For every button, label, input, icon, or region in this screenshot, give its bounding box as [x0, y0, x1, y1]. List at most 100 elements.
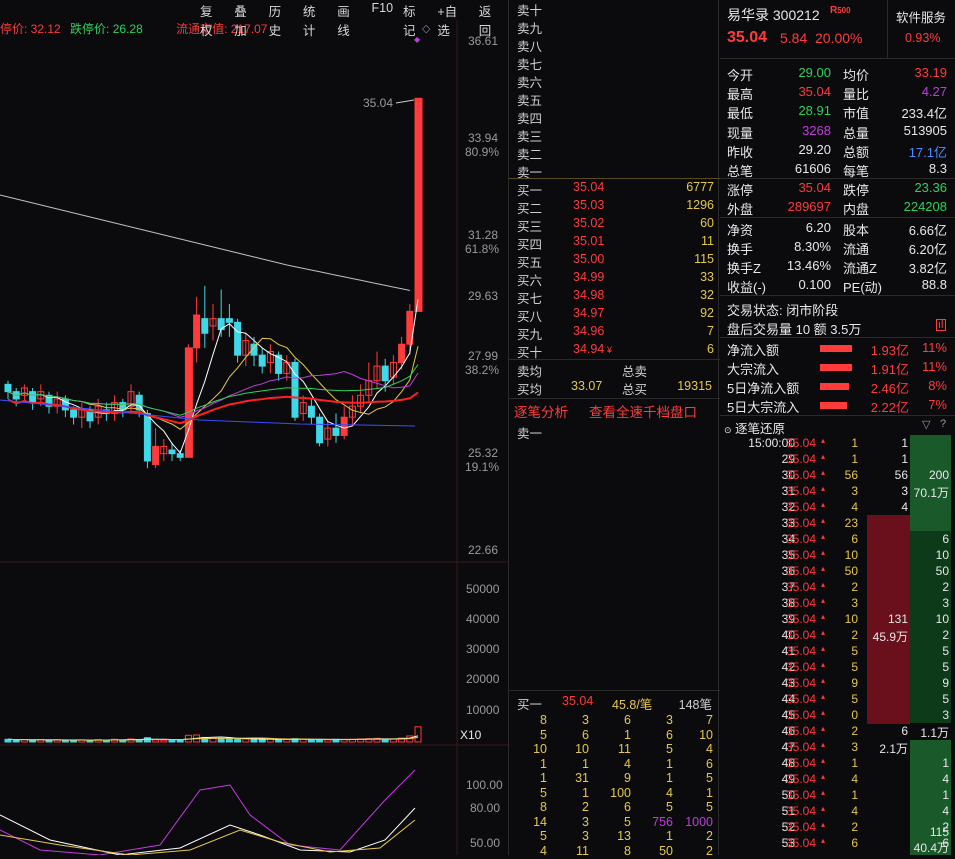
bid-queue-order: 5 [540, 829, 547, 843]
ask-level-row[interactable]: 卖四 [509, 108, 720, 126]
price-axis-pct: 38.2% [465, 363, 500, 377]
bid-level-volume: 32 [700, 288, 714, 302]
tick-row: 35 35.04 ▴ 10 10 [720, 548, 955, 564]
fund-flow-bar [820, 383, 849, 390]
volume-bar [414, 726, 422, 743]
bid-queue-row: 8 2 6 5 5 [509, 800, 720, 815]
volume-axis-label: 30000 [466, 642, 500, 656]
ask-level-row[interactable]: 卖六 [509, 72, 720, 90]
tick-volume: 2 [851, 820, 858, 834]
ask-level-row[interactable]: 卖八 [509, 36, 720, 54]
tick-row: 47 35.04 ▴ 3 2.1万 [720, 740, 955, 756]
ask-level-row[interactable]: 卖七 [509, 54, 720, 72]
tick-up-arrow-icon: ▴ [821, 484, 826, 493]
volume-bar [12, 739, 20, 743]
total-buy-label: 总买 [622, 383, 648, 397]
ask-level-row[interactable]: 卖五 [509, 90, 720, 108]
bid-level-row[interactable]: 买五 35.00 115 [509, 252, 720, 270]
tick-volume: 6 [851, 836, 858, 850]
chart-mini-icon[interactable]: ıl [936, 319, 946, 331]
trade-status: 交易状态: 闭市阶段 [727, 303, 839, 318]
fund-flow-pct: 11% [921, 340, 947, 355]
tick-volume: 1 [851, 756, 858, 770]
tick-row: 15:00:00 35.04 ▴ 1 1 [720, 436, 955, 452]
ask-level-label: 卖三 [517, 130, 543, 144]
book-tabs: 逐笔分析 查看全速千档盘口 [509, 401, 720, 421]
fund-flow-bar [820, 402, 847, 409]
bid-level-row[interactable]: 买七 34.98 32 [509, 288, 720, 306]
sell1-label: 卖一 [517, 427, 543, 441]
ask-level-label: 卖六 [517, 76, 543, 90]
price-axis-label: 36.61 [468, 34, 499, 48]
bid-queue-order: 1 [582, 785, 589, 800]
tick-order-left: 1 [901, 436, 908, 450]
bid-level-row[interactable]: 买三 35.02 60 [509, 216, 720, 234]
bid-queue-order: 10 [575, 742, 589, 756]
volume-bar [275, 739, 283, 743]
bid-level-volume: 6777 [686, 180, 714, 194]
bid-queue-order: 10 [533, 742, 547, 756]
tick-price: 35.04 [786, 516, 817, 530]
filter-icon[interactable]: ▽ [922, 418, 930, 431]
tick-order-left: 4 [901, 500, 908, 514]
bid-queue-count: 148笔 [678, 698, 712, 712]
fund-flow-label: 5日大宗流入 [727, 400, 800, 415]
bid-level-row[interactable]: 买十 34.94 ¥6 [509, 342, 720, 360]
candle-body [332, 427, 340, 436]
volume-bar [168, 739, 176, 743]
bid-level-row[interactable]: 买二 35.03 1296 [509, 198, 720, 216]
volume-bar [160, 739, 168, 743]
quote-field-value: 29.00 [798, 65, 831, 80]
fund-flow-bar [820, 345, 852, 352]
tick-up-arrow-icon: ▴ [821, 740, 826, 749]
tick-row: 51 35.04 ▴ 4 4 [720, 804, 955, 820]
fund-flow-pct: 11% [921, 359, 947, 374]
volume-bar [250, 738, 258, 743]
help-icon[interactable]: ? [940, 418, 946, 430]
candle-body [184, 347, 193, 458]
bid-level-row[interactable]: 买九 34.96 7 [509, 324, 720, 342]
bid-queue-order: 4 [706, 742, 713, 756]
sector-name[interactable]: 软件服务 [896, 7, 946, 26]
order-book-panel: 卖十 卖九 卖八 卖七卖六 卖五 卖四卖三 卖二卖一 买一 35.04 6777 买二 35.03 1… [508, 0, 720, 858]
tick-up-arrow-icon: ▴ [821, 836, 826, 845]
bid-level-volume: 1296 [686, 198, 714, 212]
bid-level-row[interactable]: 买八 34.97 92 [509, 306, 720, 324]
ticks-panel-header[interactable]: ⊙ 逐笔还原 [724, 418, 785, 437]
tick-up-arrow-icon: ▴ [821, 548, 826, 557]
bid-level-row[interactable]: 买四 35.01 11 [509, 234, 720, 252]
tick-order-right: 1 [942, 756, 949, 770]
price-axis-label: 22.66 [468, 543, 499, 557]
tick-volume: 10 [844, 548, 858, 562]
tick-up-arrow-icon: ▴ [821, 692, 826, 701]
volume-bar [152, 739, 160, 743]
quote-field-value: 6.66亿 [908, 223, 947, 238]
volume-unit-label: X10 [460, 728, 482, 742]
quote-panel: 易华录 300212 R500 软件服务 0.93% 35.04 5.84 20… [720, 0, 955, 855]
tick-price: 35.04 [786, 724, 817, 738]
tick-up-arrow-icon: ▴ [821, 676, 826, 685]
bid-level-price: 35.02 [573, 216, 605, 230]
collapse-icon[interactable]: ⊙ [724, 425, 732, 435]
ask-level-row[interactable]: 卖三 [509, 126, 720, 144]
quote-field-label: 外盘 [727, 202, 754, 217]
quote-field-value: 35.04 [798, 180, 831, 195]
bid-level-row[interactable]: 买六 34.99 33 [509, 270, 720, 288]
candle-body [4, 383, 12, 393]
price-axis-pct: 19.1% [465, 460, 500, 474]
kline-chart-panel[interactable]: 停价: 32.12 跌停价: 26.28 流通市值: 217.07 复权 叠加 … [0, 0, 508, 855]
ask-level-row[interactable]: 卖十 [509, 0, 720, 18]
bid-queue-order: 1 [624, 727, 631, 742]
quote-field-label: 股本 [843, 223, 870, 238]
tab-full-depth[interactable]: 查看全速千档盘口 [589, 401, 697, 421]
ask-level-row[interactable]: 卖九 [509, 18, 720, 36]
buy-avg-value: 33.07 [571, 379, 603, 393]
ask-level-row[interactable]: 卖二 [509, 144, 720, 162]
quote-field-label: 涨停 [727, 183, 754, 198]
tab-tick-analysis[interactable]: 逐笔分析 [514, 401, 568, 421]
quote-field-value: 0.100 [798, 277, 831, 292]
bid-level-label: 买二 [517, 202, 543, 216]
tick-row: 30 35.04 ▴ 56 56 200 [720, 468, 955, 484]
bid-level-row[interactable]: 买一 35.04 6777 [509, 180, 720, 198]
bid-queue-order: 2 [706, 829, 713, 843]
